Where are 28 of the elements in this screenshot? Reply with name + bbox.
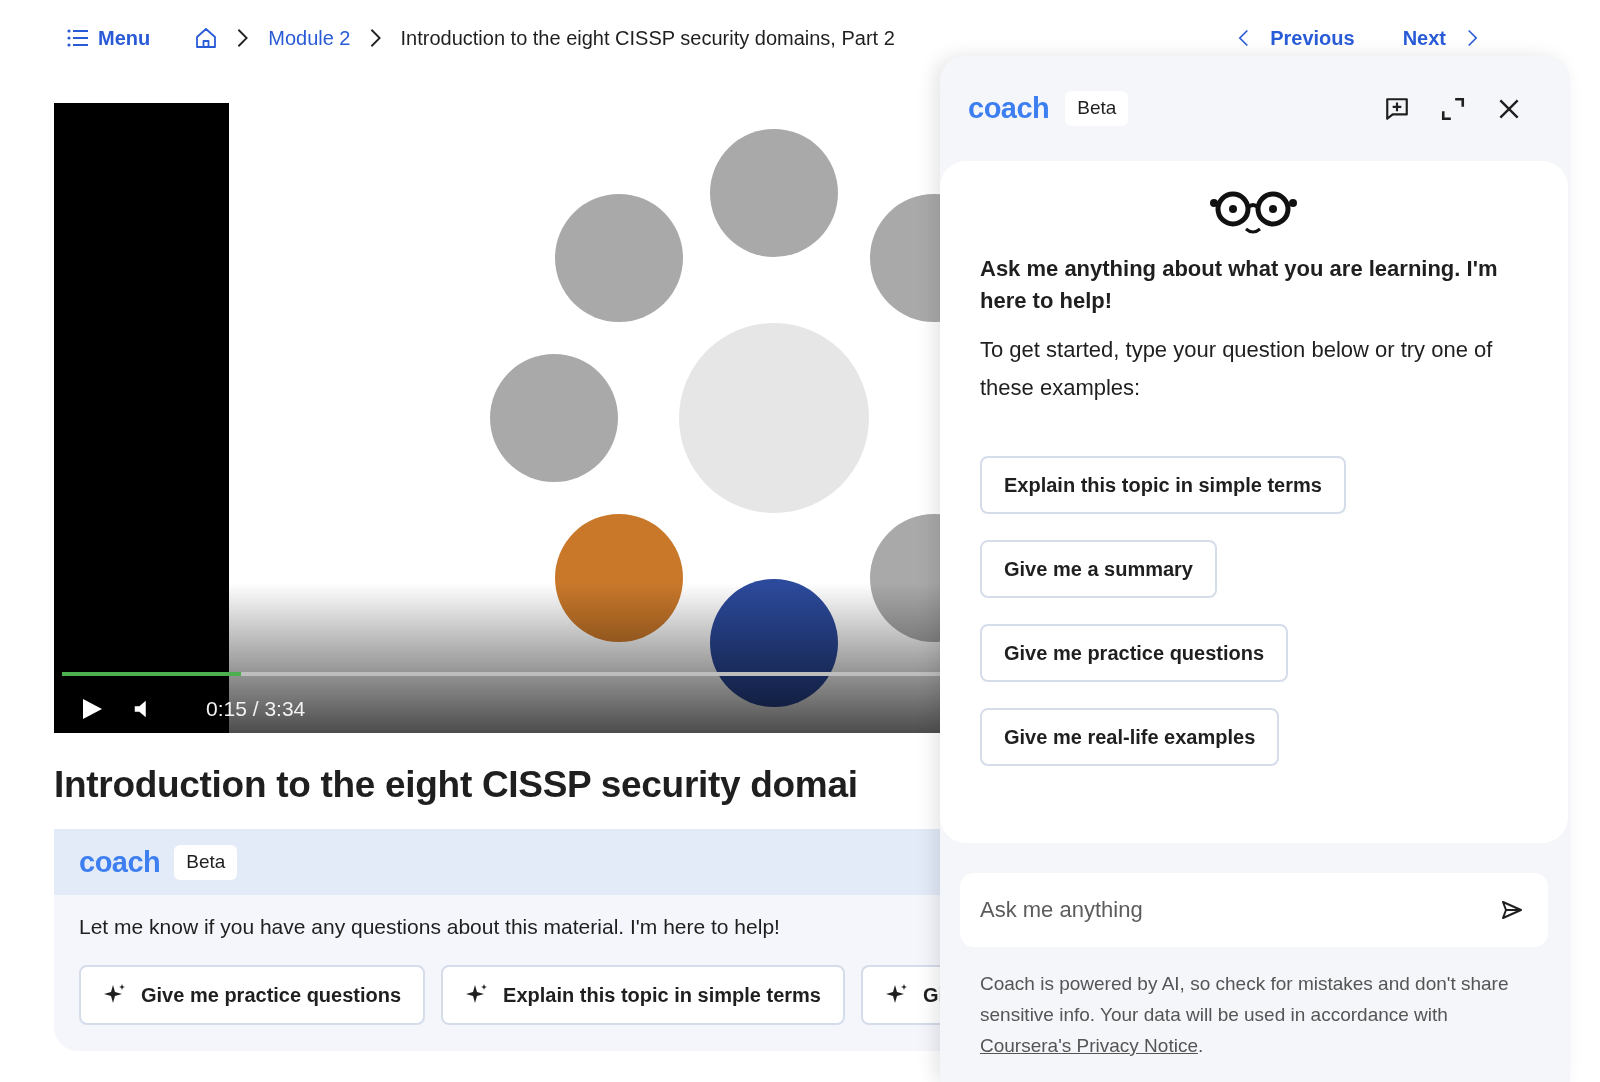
beta-badge: Beta xyxy=(1065,91,1129,126)
menu-button[interactable]: Menu xyxy=(66,22,151,53)
video-time: 0:15 / 3:34 xyxy=(206,696,306,722)
coach-logo: coach xyxy=(79,847,161,877)
privacy-link[interactable]: Coursera's Privacy Notice xyxy=(980,1034,1198,1056)
suggestion-button[interactable]: Gi xyxy=(860,964,940,1025)
send-icon[interactable] xyxy=(1500,898,1524,922)
coach-message: Let me know if you have any questions about this material. I'm here to help! xyxy=(78,914,781,941)
intro-text: To get started, type your question below or try one of these examples: xyxy=(980,335,1494,402)
suggestion-button[interactable]: Explain this topic in simple terms xyxy=(980,456,1346,515)
coach-logo: coach xyxy=(968,94,1050,123)
previous-link[interactable]: Previous xyxy=(1234,22,1355,53)
expand-icon[interactable] xyxy=(1440,95,1466,122)
ask-input-field[interactable]: Ask me anything xyxy=(960,873,1548,947)
disclaimer-text: Coach is powered by AI, so check for mistakes and don't share sensitive info. Your data will be used in accordance with Coursera's Privacy Notice. xyxy=(980,972,1510,1058)
suggestion-button[interactable]: Give me practice questions xyxy=(79,964,426,1025)
current-page-crumb: Introduction to the eight CISSP security domains, Part 2 xyxy=(400,25,895,51)
suggestion-button[interactable]: Give me a summary xyxy=(980,540,1217,599)
suggestion-button[interactable]: Give me practice questions xyxy=(980,624,1289,683)
new-chat-icon[interactable] xyxy=(1384,95,1410,122)
next-link[interactable]: Next xyxy=(1402,22,1482,53)
greeting-text: Ask me anything about what you are learning. I'm here to help! xyxy=(980,255,1499,315)
suggestion-button[interactable]: Explain this topic in simple terms xyxy=(441,964,845,1025)
beta-badge: Beta xyxy=(174,845,238,880)
breadcrumb-link[interactable]: Module 2 xyxy=(268,22,351,53)
lesson-title: Introduction to the eight CISSP security domai xyxy=(54,763,859,807)
suggestion-button[interactable]: Give me real-life examples xyxy=(980,708,1280,767)
home-icon[interactable] xyxy=(194,25,219,50)
